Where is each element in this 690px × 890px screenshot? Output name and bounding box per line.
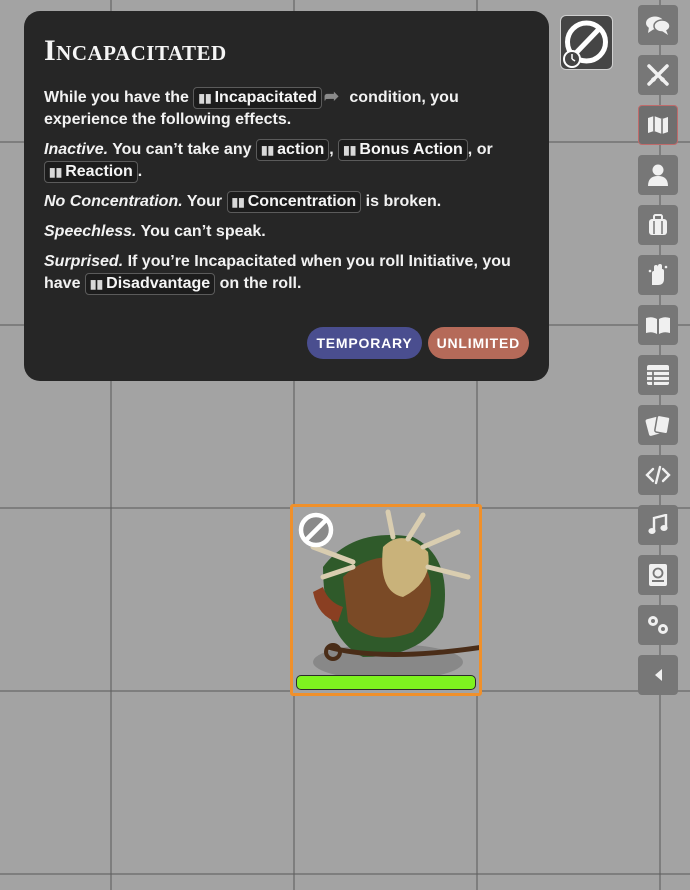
collapse-icon[interactable] [638, 655, 678, 695]
compendium-book-icon[interactable] [638, 305, 678, 345]
condition-title: Incapacitated [44, 34, 227, 67]
book-icon: ▮▮ [198, 91, 212, 105]
surprised-effect: Surprised. If you’re Incapacitated when … [44, 251, 529, 295]
hp-bar [296, 675, 476, 690]
incapacitated-link[interactable]: ▮▮ Incapacitated [193, 87, 322, 109]
book-icon: ▮▮ [343, 143, 357, 157]
actor-icon[interactable] [638, 155, 678, 195]
disadvantage-link[interactable]: ▮▮ Disadvantage [84, 273, 216, 295]
compendium-icon[interactable] [638, 555, 678, 595]
action-link[interactable]: ▮▮ action [255, 139, 330, 161]
sidebar [638, 5, 678, 705]
settings-icon[interactable] [638, 605, 678, 645]
inactive-effect: Inactive. You can’t take any ▮▮ action, ▮… [44, 139, 529, 183]
map-icon[interactable] [638, 105, 678, 145]
playlists-icon[interactable] [638, 505, 678, 545]
chat-icon[interactable] [638, 5, 678, 45]
duration-tags: TEMPORARY UNLIMITED [307, 327, 529, 359]
incapacitated-status-icon [298, 512, 334, 548]
book-icon: ▮▮ [231, 195, 245, 209]
cards-icon[interactable] [638, 405, 678, 445]
no-concentration-effect: No Concentration. Your ▮▮ Concentration i… [44, 191, 529, 213]
condition-intro: While you have the ▮▮ Incapacitated ➦ cond… [44, 86, 459, 128]
bonus-action-link[interactable]: ▮▮ Bonus Action [338, 139, 468, 161]
speechless-effect: Speechless. You can’t speak. [44, 223, 266, 240]
creature-token[interactable] [290, 504, 484, 696]
reaction-link[interactable]: ▮▮ Reaction [44, 161, 138, 183]
journal-hand-icon[interactable] [638, 255, 678, 295]
book-icon: ▮▮ [49, 165, 63, 179]
macros-icon[interactable] [638, 455, 678, 495]
tables-icon[interactable] [638, 355, 678, 395]
book-icon: ▮▮ [89, 277, 104, 291]
condition-card: Incapacitated While you have the ▮▮ Incap… [24, 11, 549, 381]
temporary-tag: TEMPORARY [307, 327, 422, 359]
combat-icon[interactable] [638, 55, 678, 95]
prohibited-icon [563, 20, 608, 68]
items-icon[interactable] [638, 205, 678, 245]
share-arrow-icon[interactable]: ➦ [324, 86, 339, 106]
concentration-link[interactable]: ▮▮ Concentration [226, 191, 362, 213]
incapacitated-toggle-button[interactable] [560, 15, 613, 70]
book-icon: ▮▮ [260, 143, 275, 157]
unlimited-tag: UNLIMITED [427, 327, 529, 359]
